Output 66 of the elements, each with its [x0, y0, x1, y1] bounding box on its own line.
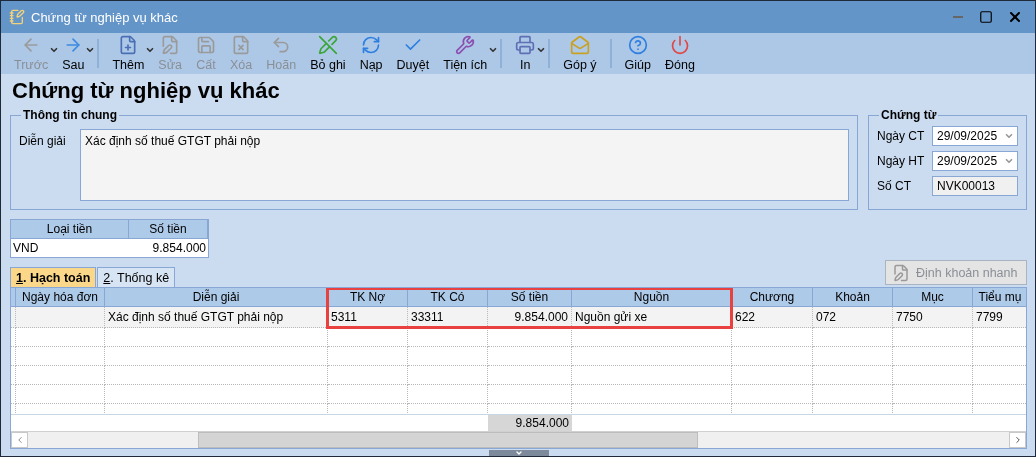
tab[interactable]: 2. Thống kê — [97, 267, 176, 287]
tab[interactable]: 1. Hạch toán — [10, 267, 97, 287]
field-label: Ngày HT — [877, 154, 926, 168]
edit-document-icon — [892, 263, 910, 282]
description-field[interactable]: Xác định số thuế GTGT phải nộp — [80, 129, 849, 201]
page-heading: Chứng từ nghiệp vụ khác — [12, 78, 281, 104]
date-field[interactable]: 29/09/2025 — [932, 151, 1018, 171]
new-document-icon — [118, 35, 139, 56]
column-header: Loại tiền — [11, 220, 129, 239]
table-cell: 072 — [813, 307, 893, 328]
horizontal-scrollbar[interactable] — [11, 431, 1026, 448]
field-label: Số CT — [877, 179, 912, 193]
window-title: Chứng từ nghiệp vụ khác — [31, 9, 179, 25]
toolbar-button[interactable]: Sau — [55, 33, 92, 74]
notebook-icon — [9, 9, 25, 26]
toolbar-button[interactable]: In — [508, 33, 543, 74]
column-header: Khoản — [813, 288, 893, 307]
table-cell: VND — [11, 239, 129, 257]
table-cell: Xác định số thuế GTGT phải nộp — [105, 307, 328, 328]
total-cell: 9.854.000 — [488, 415, 572, 432]
collapse-handle[interactable] — [488, 450, 549, 456]
minimize-icon — [953, 16, 963, 19]
toolbar-button[interactable]: Giúp — [617, 33, 658, 74]
field-label: Ngày CT — [877, 129, 926, 143]
column-header: Chương — [732, 288, 813, 307]
table-cell: 7799 — [973, 307, 1026, 328]
table-cell: 7750 — [893, 307, 973, 328]
column-header: Diễn giải — [105, 288, 328, 307]
printer-icon — [515, 35, 536, 56]
table-cell: 9.854.000 — [129, 239, 208, 257]
row-indicator[interactable] — [11, 328, 16, 347]
toolbar-button[interactable]: Duyệt — [389, 33, 437, 74]
wrench-icon — [455, 35, 476, 56]
row-indicator[interactable] — [11, 366, 16, 385]
row-indicator[interactable] — [11, 307, 16, 328]
envelope-icon — [569, 35, 590, 56]
dropdown-icon — [1004, 156, 1014, 166]
table-cell: 33311 — [408, 307, 488, 328]
group-title: Thông tin chung — [22, 108, 118, 122]
column-header: Mục — [893, 288, 973, 307]
toolbar-button[interactable]: Góp ý — [556, 33, 604, 74]
edit-document-icon — [160, 35, 181, 56]
column-header: Tiểu mụ — [973, 288, 1026, 307]
maximize-icon — [979, 10, 993, 25]
pen-off-icon — [317, 35, 338, 56]
column-header: Ngày hóa đơn — [16, 288, 105, 307]
column-header: Số tiền — [129, 220, 208, 239]
table-cell: 9.854.000 — [488, 307, 572, 328]
help-icon — [627, 35, 648, 56]
toolbar-button[interactable]: Đóng — [658, 33, 702, 74]
voucher-number-field[interactable]: NVK00013 — [932, 176, 1018, 196]
table-cell: 622 — [732, 307, 813, 328]
toolbar-button[interactable]: Nạp — [352, 33, 390, 74]
power-icon — [669, 35, 690, 56]
row-indicator[interactable] — [11, 385, 16, 404]
refresh-icon — [361, 35, 382, 56]
group-title: Chứng từ — [880, 108, 938, 122]
dropdown-icon — [1004, 131, 1014, 141]
toolbar-button[interactable]: Tiện ích — [436, 33, 495, 74]
field-label: Diễn giải — [19, 132, 67, 150]
save-icon — [196, 35, 217, 56]
toolbar-button[interactable]: Thêm — [105, 33, 152, 74]
row-indicator[interactable] — [11, 347, 16, 366]
date-field[interactable]: 29/09/2025 — [932, 126, 1018, 146]
delete-document-icon — [231, 35, 252, 56]
toolbar-button[interactable]: Bỏ ghi — [303, 33, 353, 74]
